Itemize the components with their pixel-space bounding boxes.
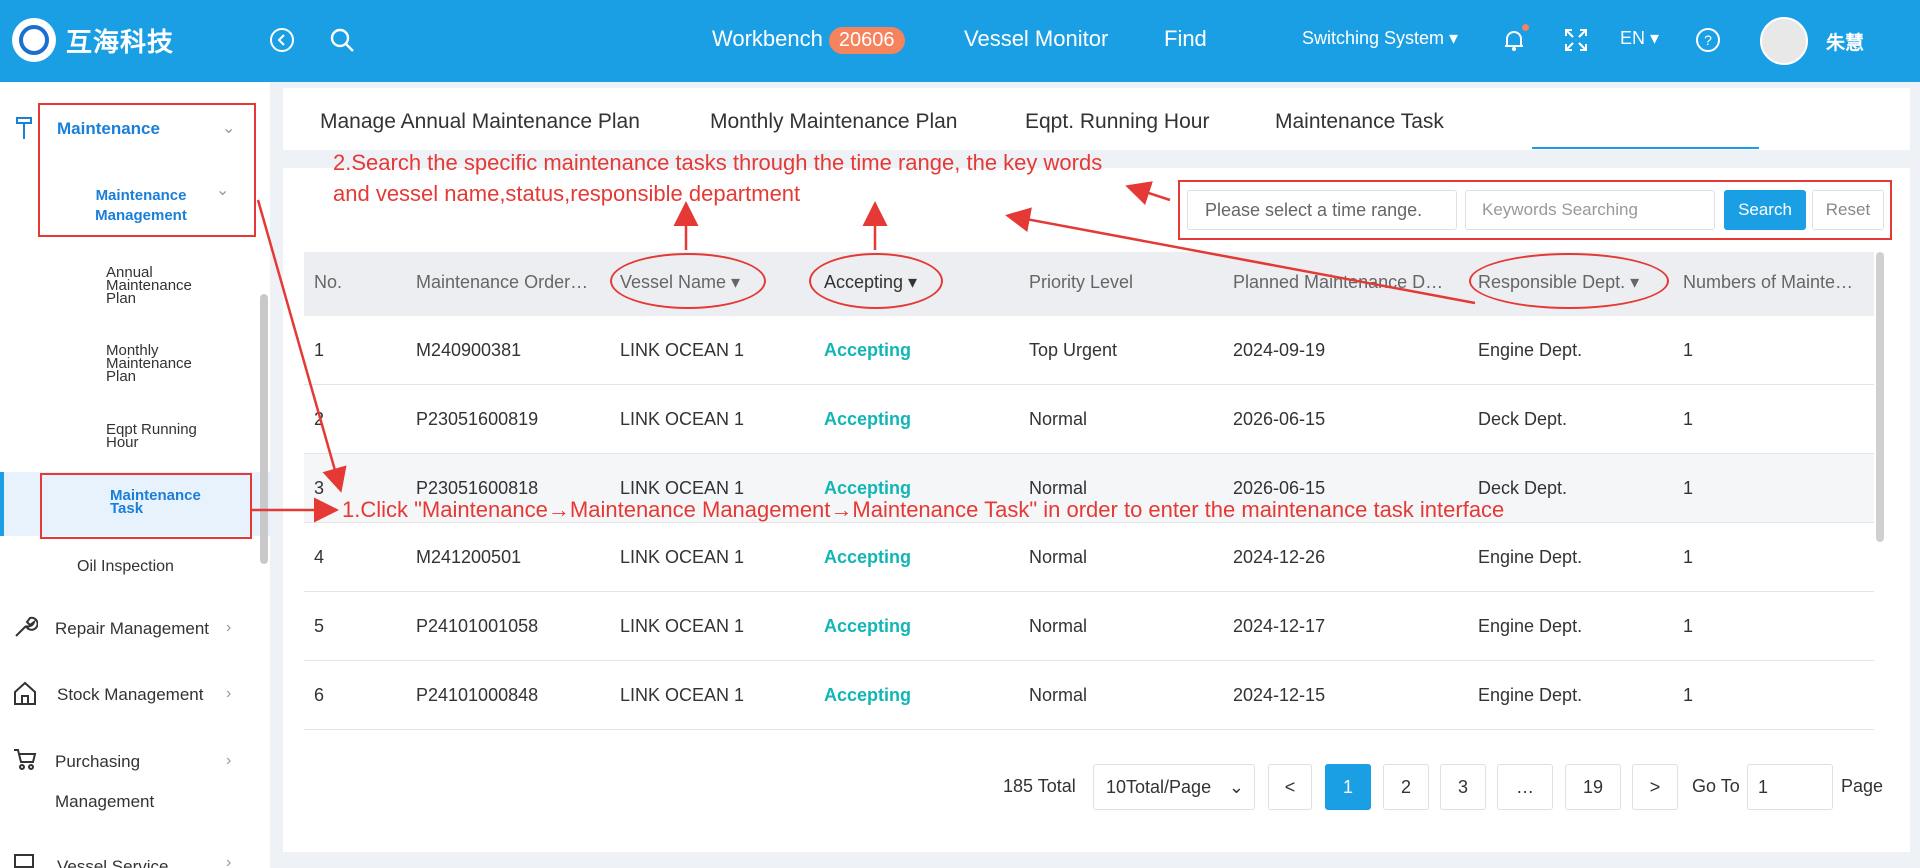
annotation-arrows — [252, 181, 1476, 523]
